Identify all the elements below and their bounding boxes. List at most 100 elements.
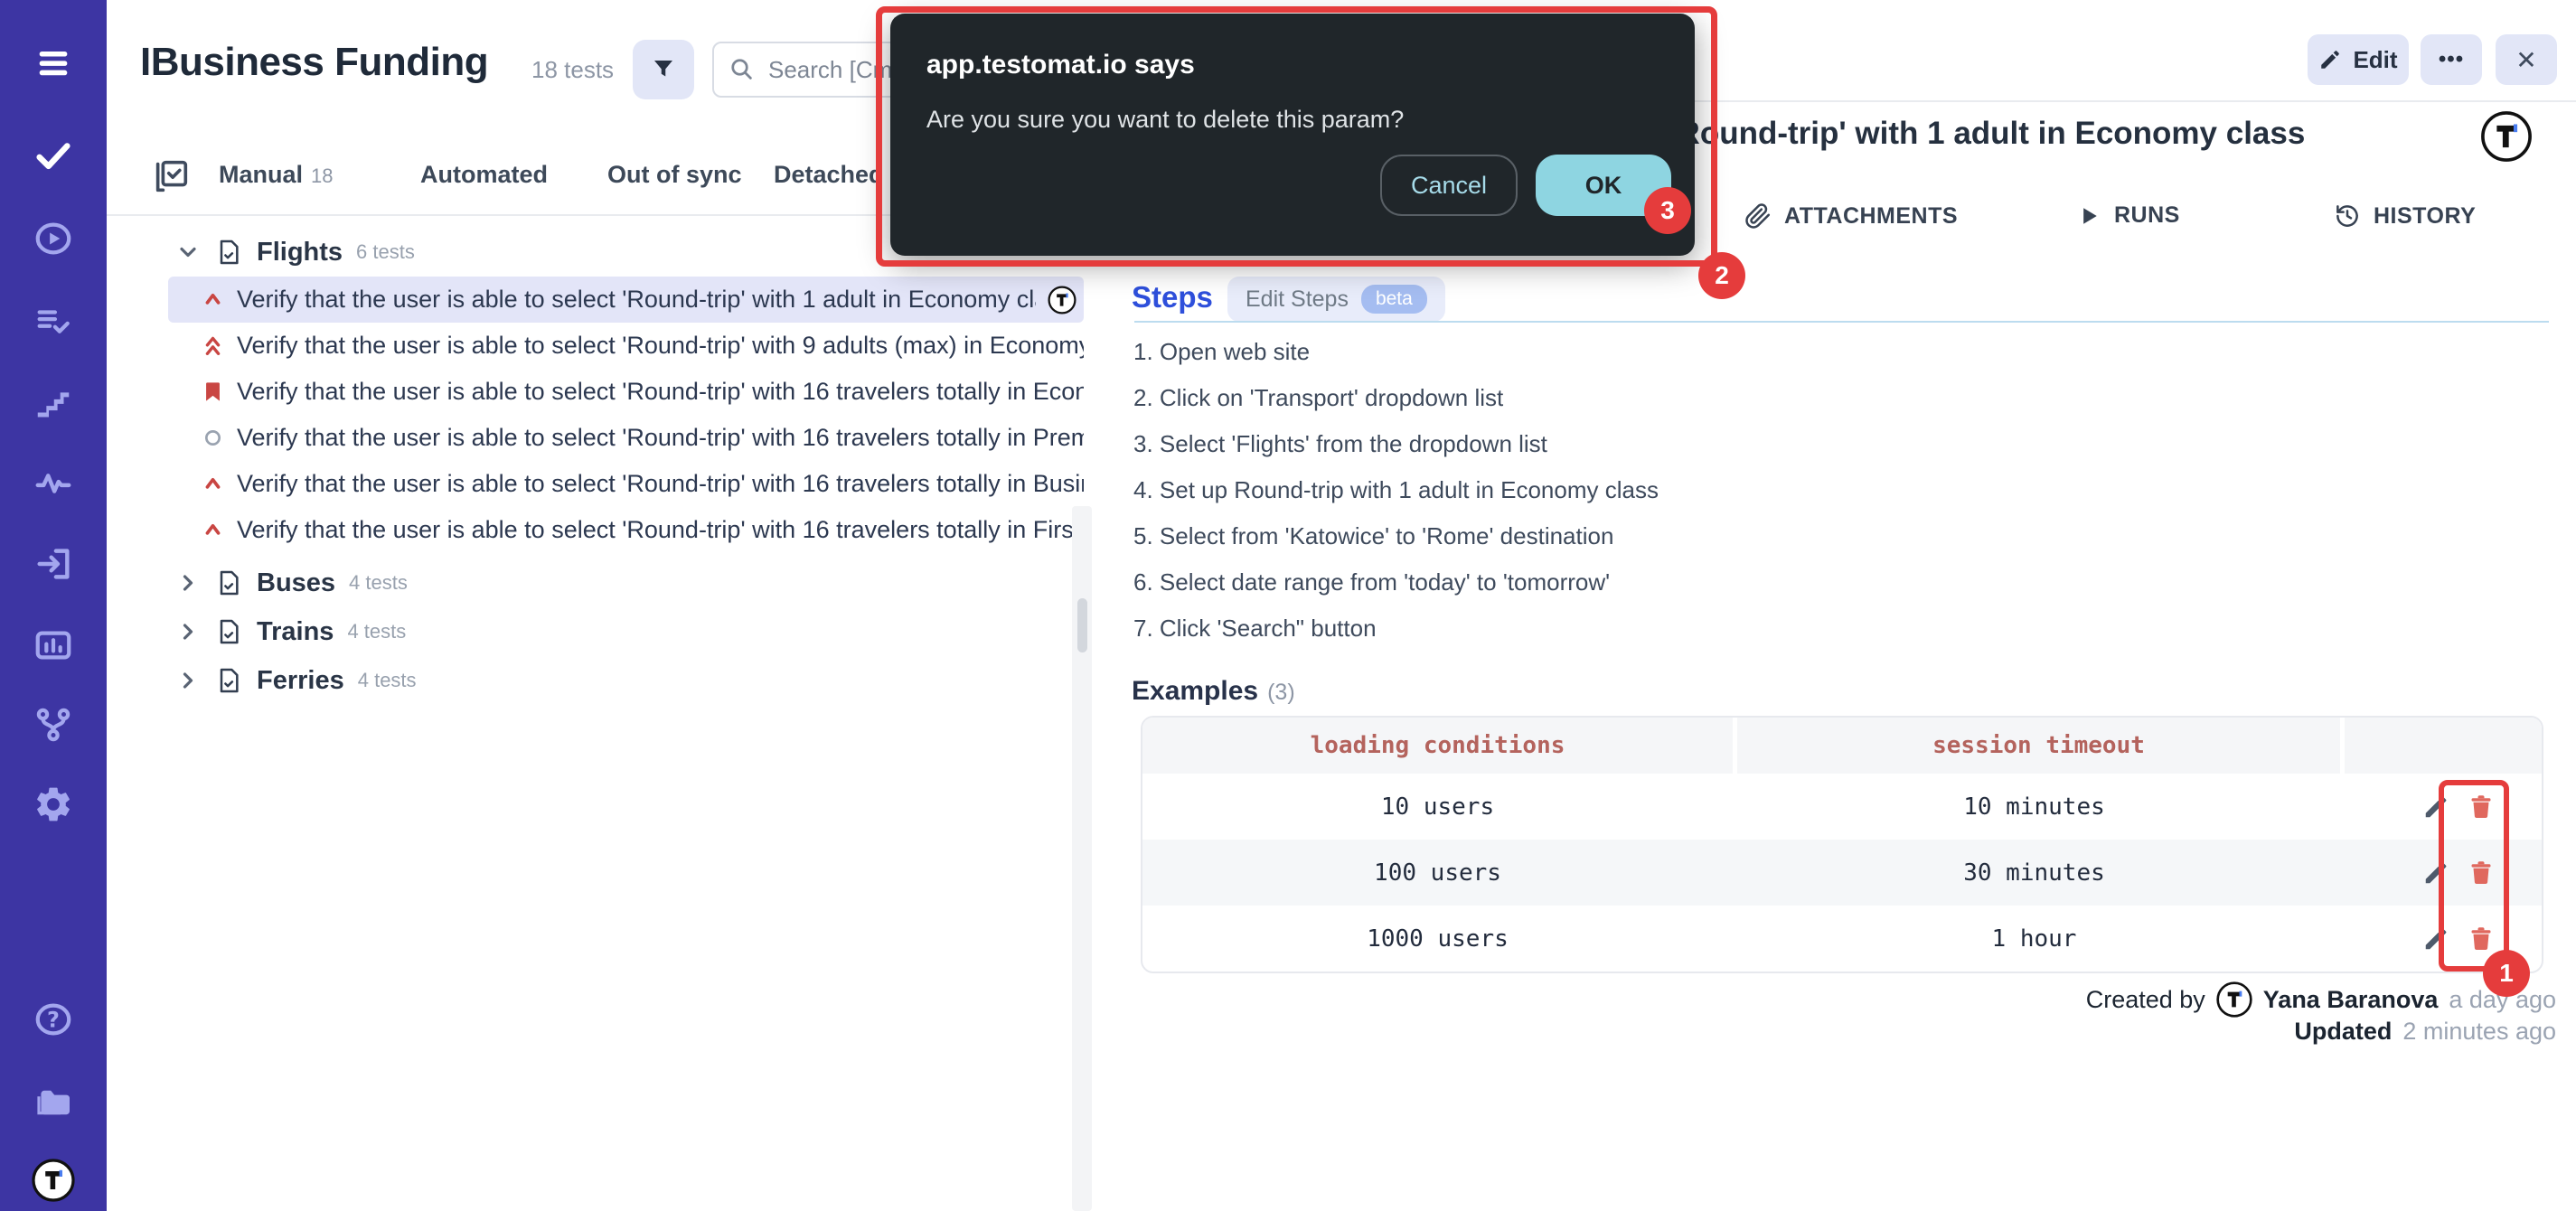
priority-high-icon — [201, 518, 225, 542]
chevron-down-icon[interactable] — [175, 239, 201, 265]
analytics-pulse-icon[interactable] — [32, 461, 75, 504]
chevron-right-icon[interactable] — [175, 619, 201, 644]
annotation-badge-2: 2 — [1698, 252, 1745, 299]
tab-detached[interactable]: Detached — [774, 161, 884, 189]
hamburger-menu-icon[interactable] — [32, 42, 75, 85]
suite-file-icon — [214, 617, 243, 646]
test-row[interactable]: Verify that the user is able to select '… — [168, 415, 1084, 461]
suite-file-icon — [214, 666, 243, 695]
pull-requests-icon[interactable] — [32, 542, 75, 586]
branches-icon[interactable] — [32, 703, 75, 746]
examples-table-header: loading conditionssession timeout — [1142, 718, 2542, 774]
updated-line: Updated 2 minutes ago — [2294, 1018, 2556, 1046]
author-name: Yana Baranova — [2263, 986, 2439, 1014]
suite-test-count: 4 tests — [349, 571, 408, 595]
suite-file-icon — [214, 238, 243, 267]
settings-gear-icon[interactable] — [32, 783, 75, 826]
suite-row[interactable]: Buses4 tests — [107, 559, 1094, 607]
column-header: session timeout — [1737, 718, 2340, 774]
test-row-title: Verify that the user is able to select '… — [237, 424, 1084, 452]
tab-automated[interactable]: Automated — [420, 161, 548, 189]
test-row-title: Verify that the user is able to select '… — [237, 516, 1084, 544]
column-header: loading conditions — [1142, 718, 1733, 774]
paperclip-icon — [1744, 202, 1772, 230]
tests-check-icon[interactable] — [32, 134, 75, 177]
tab-manual-count: 18 — [311, 164, 333, 188]
test-row[interactable]: Verify that the user is able to select '… — [168, 323, 1084, 369]
step-item: 1. Open web site — [1133, 338, 1310, 366]
table-cell: 1 hour — [1733, 925, 2336, 953]
table-cell: 1000 users — [1142, 925, 1733, 953]
milestones-stairs-icon[interactable] — [32, 380, 75, 423]
tab-history[interactable]: HISTORY — [2334, 202, 2476, 230]
examples-table: loading conditionssession timeout10 user… — [1141, 716, 2543, 973]
test-row-title: Verify that the user is able to select '… — [237, 470, 1084, 498]
more-options-button[interactable]: ••• — [2421, 34, 2482, 85]
testomatio-badge-icon — [2480, 110, 2533, 163]
suite-row[interactable]: Trains 4 tests — [107, 607, 1094, 656]
filter-button[interactable] — [633, 40, 694, 99]
suite-name: Flights — [257, 238, 343, 268]
search-icon — [729, 56, 756, 83]
edit-steps-button[interactable]: Edit Steps beta — [1227, 277, 1445, 322]
tab-runs[interactable]: RUNS — [2076, 202, 2180, 229]
suite-test-count: 6 tests — [356, 240, 415, 264]
pencil-icon — [2318, 48, 2342, 71]
annotation-badge-1: 1 — [2483, 950, 2530, 997]
test-row[interactable]: Verify that the user is able to select '… — [168, 277, 1084, 323]
annotation-rect-delete-column — [2439, 780, 2509, 972]
test-tree: Flights 6 tests Verify that the user is ab… — [107, 228, 1094, 705]
step-item: 2. Click on 'Transport' dropdown list — [1133, 384, 1503, 412]
reports-bar-chart-icon[interactable] — [32, 624, 75, 667]
testomatio-logo-icon[interactable] — [32, 1159, 75, 1202]
test-row[interactable]: Verify that the user is able to select '… — [168, 369, 1084, 415]
edit-button[interactable]: Edit — [2308, 34, 2409, 85]
table-row: 10 users10 minutes — [1142, 774, 2542, 840]
table-cell: 10 minutes — [1733, 793, 2336, 821]
chevron-right-icon[interactable] — [175, 570, 201, 596]
annotation-badge-3: 3 — [1644, 187, 1691, 234]
help-icon[interactable]: ? — [32, 998, 75, 1041]
suite-row[interactable]: Ferries 4 tests — [107, 656, 1094, 705]
step-item: 7. Click 'Search" button — [1133, 615, 1377, 643]
step-item: 3. Select 'Flights' from the dropdown li… — [1133, 430, 1547, 458]
app-window: ? IBusiness Funding 18 tests Manual18 Au… — [0, 0, 2576, 1211]
suite-test-count: 4 tests — [347, 620, 406, 643]
tab-attachments[interactable]: ATTACHMENTS — [1744, 202, 1958, 230]
examples-heading: Examples (3) — [1132, 676, 1295, 707]
priority-high-icon — [201, 287, 225, 312]
projects-folder-icon[interactable] — [32, 1081, 75, 1124]
step-item: 5. Select from 'Katowice' to 'Rome' dest… — [1133, 522, 1613, 550]
priority-critical-icon — [201, 333, 225, 358]
suite-file-icon — [214, 568, 243, 597]
updated-time: 2 minutes ago — [2402, 1018, 2556, 1046]
priority-normal-icon — [201, 426, 225, 450]
table-cell: 10 users — [1142, 793, 1733, 821]
priority-blocker-icon — [201, 380, 225, 404]
test-row-title: Verify that the user is able to select '… — [237, 332, 1084, 360]
history-icon — [2334, 202, 2361, 230]
test-row[interactable]: Verify that the user is able to select '… — [168, 507, 1084, 553]
test-row-title: Verify that the user is able to select '… — [237, 286, 1036, 314]
runs-play-circle-icon[interactable] — [32, 217, 75, 260]
table-cell: 100 users — [1142, 859, 1733, 887]
scrollbar-thumb[interactable] — [1077, 598, 1087, 652]
close-button[interactable]: ✕ — [2496, 34, 2557, 85]
select-tests-icon[interactable] — [150, 155, 192, 197]
column-header-actions — [2345, 718, 2542, 774]
suite-name: Ferries — [257, 666, 344, 696]
chevron-right-icon[interactable] — [175, 668, 201, 693]
testomatio-badge-icon — [1048, 286, 1076, 314]
suite-test-count: 4 tests — [358, 669, 417, 692]
annotation-rect-dialog — [876, 6, 1717, 267]
test-row[interactable]: Verify that the user is able to select '… — [168, 461, 1084, 507]
tab-manual[interactable]: Manual18 — [219, 161, 334, 189]
ellipsis-icon: ••• — [2439, 47, 2464, 72]
test-plans-list-check-icon[interactable] — [32, 300, 75, 343]
table-cell: 30 minutes — [1733, 859, 2336, 887]
tab-out-of-sync[interactable]: Out of sync — [607, 161, 742, 189]
priority-high-icon — [201, 472, 225, 496]
step-item: 4. Set up Round-trip with 1 adult in Eco… — [1133, 476, 1659, 504]
author-avatar — [2216, 981, 2252, 1018]
suite-name: Trains — [257, 617, 334, 647]
